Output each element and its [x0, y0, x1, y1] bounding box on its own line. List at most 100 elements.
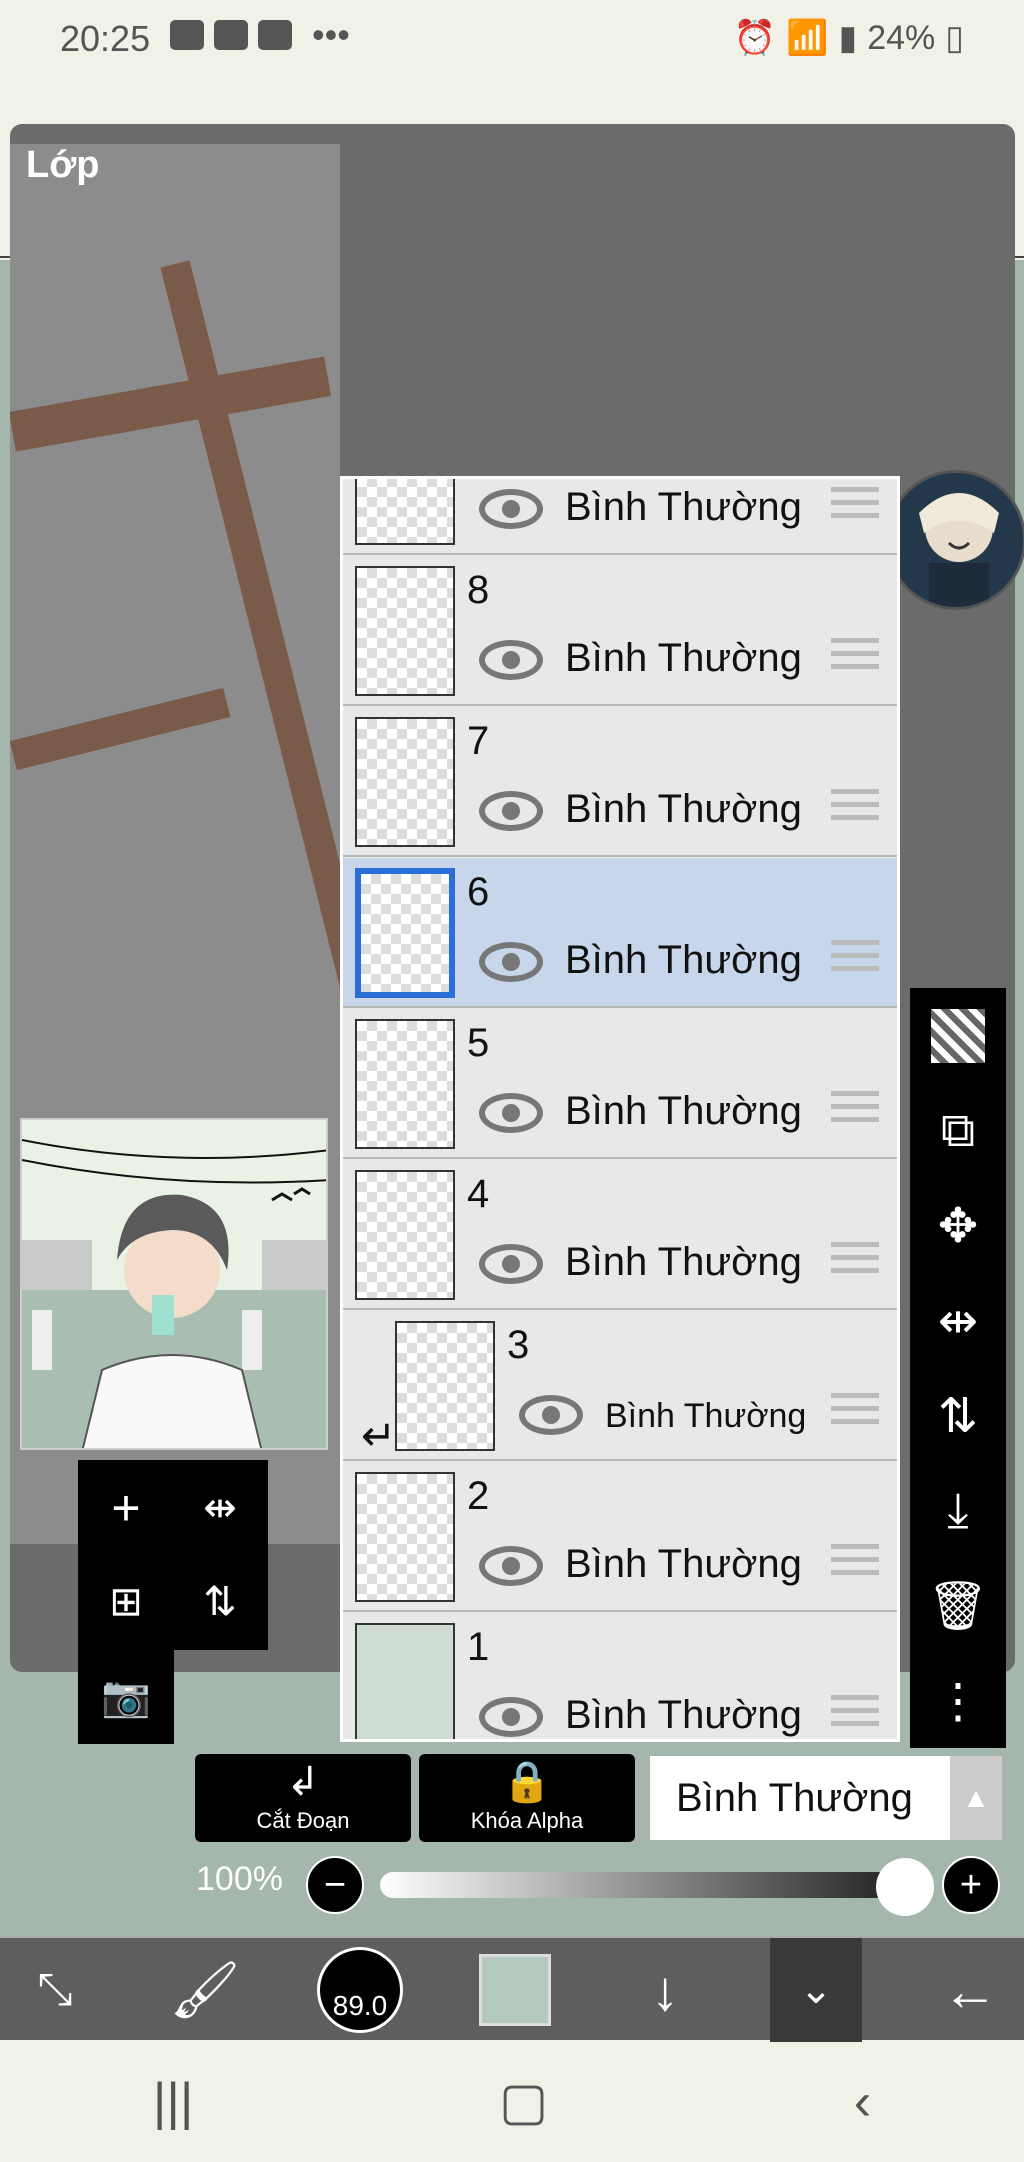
panel-title: Lớp	[26, 144, 100, 186]
minus-icon: −	[323, 1863, 347, 1906]
youtube-icon	[214, 20, 248, 50]
move-button[interactable]: ✥	[910, 1178, 1006, 1273]
add-copy-icon: ⊞	[109, 1580, 143, 1624]
recent-apps-button[interactable]: |||	[153, 2072, 194, 2132]
layer-thumbnail	[355, 479, 455, 545]
artwork-image	[22, 1120, 326, 1448]
drag-handle-icon[interactable]	[831, 1695, 879, 1734]
lock-alpha-icon: 🔒	[502, 1760, 552, 1804]
layer-row[interactable]: 7 Bình Thường	[343, 707, 897, 857]
layer-blend-mode: Bình Thường	[565, 1089, 802, 1133]
flip-vertical-button[interactable]: ⇅	[910, 1368, 1006, 1463]
drag-handle-icon[interactable]	[831, 940, 879, 979]
delete-layer-button[interactable]: 🗑	[910, 1558, 1006, 1653]
visibility-eye-icon[interactable]	[479, 640, 543, 680]
layer-thumbnail	[355, 1623, 455, 1739]
opacity-slider[interactable]	[380, 1872, 900, 1898]
clip-arrow-icon: ↲	[286, 1760, 320, 1804]
flip-horizontal-button[interactable]: ⇹	[910, 1273, 1006, 1368]
arrow-left-icon: ←	[942, 1958, 998, 2022]
layer-row-selected[interactable]: 6 Bình Thường	[343, 858, 897, 1008]
trash-icon: 🗑	[927, 1580, 989, 1633]
blend-mode-value: Bình Thường	[676, 1775, 913, 1820]
layer-blend-mode: Bình Thường	[565, 1240, 802, 1284]
swap-icon: ⧉	[940, 1103, 976, 1157]
image-icon	[170, 20, 204, 50]
blend-mode-select[interactable]: Bình Thường	[650, 1756, 950, 1840]
drag-handle-icon[interactable]	[831, 1242, 879, 1281]
opacity-decrease-button[interactable]: −	[306, 1856, 364, 1914]
visibility-eye-icon[interactable]	[479, 1697, 543, 1737]
visibility-eye-icon[interactable]	[479, 791, 543, 831]
alarm-icon: ⏰	[733, 19, 777, 57]
avatar[interactable]	[886, 470, 1024, 610]
select-layer-button[interactable]: ⧉	[910, 1083, 1006, 1178]
battery-text: 24%	[867, 18, 936, 57]
drag-handle-icon[interactable]	[831, 487, 879, 526]
add-layer-button[interactable]: +	[78, 1460, 174, 1556]
merge-down-button[interactable]: ⤓	[910, 1463, 1006, 1558]
layer-thumbnail	[355, 868, 455, 998]
transparent-layer-button[interactable]	[910, 988, 1006, 1083]
layer-row[interactable]: 1 Bình Thường	[343, 1613, 897, 1739]
layer-row[interactable]: 2 Bình Thường	[343, 1462, 897, 1612]
back-nav-button[interactable]: ‹	[854, 2072, 871, 2132]
visibility-eye-icon[interactable]	[479, 1244, 543, 1284]
opacity-slider-handle[interactable]	[876, 1858, 934, 1916]
visibility-eye-icon[interactable]	[479, 1093, 543, 1133]
drag-handle-icon[interactable]	[831, 789, 879, 828]
camera-button[interactable]: 📷	[78, 1648, 174, 1744]
clipping-button[interactable]: ↲ Cắt Đoạn	[195, 1754, 411, 1842]
clipping-label: Cắt Đoạn	[256, 1808, 350, 1833]
layer-row[interactable]: 5 Bình Thường	[343, 1009, 897, 1159]
back-button[interactable]: ←	[920, 1938, 1020, 2042]
down-arrow-button[interactable]: ↓	[620, 1938, 710, 2042]
visibility-eye-icon[interactable]	[479, 489, 543, 529]
merge-down-icon: ⤓	[947, 1483, 969, 1537]
layer-number: 4	[467, 1172, 490, 1216]
layer-number: 6	[467, 870, 490, 914]
alpha-lock-button[interactable]: 🔒 Khóa Alpha	[419, 1754, 635, 1842]
visibility-eye-icon[interactable]	[479, 1546, 543, 1586]
layer-row[interactable]: Bình Thường	[343, 479, 897, 555]
left-tools: + ⇹ ⊞ ⇅ 📷	[78, 1460, 268, 1744]
transform-eraser-icon: ⤡	[37, 1965, 73, 2014]
flip-canvas-v-button[interactable]: ⇅	[172, 1554, 268, 1650]
layer-thumbnail	[355, 717, 455, 847]
clip-arrow-icon: ↵	[361, 1412, 397, 1459]
wifi-icon: 📶	[786, 19, 829, 57]
system-nav-bar: ||| ▢ ‹	[0, 2042, 1024, 2162]
visibility-eye-icon[interactable]	[479, 942, 543, 982]
opacity-increase-button[interactable]: +	[942, 1856, 1000, 1914]
drag-handle-icon[interactable]	[831, 1393, 879, 1432]
drag-handle-icon[interactable]	[831, 638, 879, 677]
color-picker-button[interactable]	[470, 1938, 560, 2042]
layer-thumbnail	[355, 1472, 455, 1602]
blend-mode-dropdown-button[interactable]: ▲	[950, 1756, 1002, 1840]
flip-canvas-h-button[interactable]: ⇹	[172, 1460, 268, 1556]
brush-tool-button[interactable]: 🖌	[160, 1938, 250, 2042]
notification-icons: •••	[170, 17, 350, 53]
brush-size-badge: 89.0	[317, 1947, 403, 2033]
transform-tool-button[interactable]: ⤡	[10, 1938, 100, 2042]
flip-horizontal-icon: ⇹	[203, 1486, 237, 1530]
layer-list[interactable]: Bình Thường 8 Bình Thường 7 Bình Thường …	[340, 476, 900, 1742]
layer-blend-mode: Bình Thường	[565, 938, 802, 982]
drag-handle-icon[interactable]	[831, 1544, 879, 1583]
duplicate-layer-button[interactable]: ⊞	[78, 1554, 174, 1650]
layer-row-clipped[interactable]: ↵ 3 Bình Thường	[343, 1311, 897, 1461]
home-button[interactable]: ▢	[499, 2072, 548, 2132]
camera-icon: 📷	[101, 1674, 151, 1719]
layer-blend-mode: Bình Thường	[565, 1542, 802, 1586]
plus-icon: +	[959, 1863, 983, 1906]
brush-size-button[interactable]: 89.0	[310, 1938, 410, 2042]
more-options-button[interactable]: ⋮	[910, 1653, 1006, 1748]
layers-toggle-button[interactable]: ⌄	[770, 1938, 862, 2042]
layer-row[interactable]: 4 Bình Thường	[343, 1160, 897, 1310]
layer-number: 3	[507, 1323, 530, 1367]
visibility-eye-icon[interactable]	[519, 1395, 583, 1435]
layer-blend-mode: Bình Thường	[565, 485, 802, 529]
layer-row[interactable]: 8 Bình Thường	[343, 556, 897, 706]
system-icons: ⏰ 📶 ▮ 24% ▯	[734, 18, 964, 58]
drag-handle-icon[interactable]	[831, 1091, 879, 1130]
